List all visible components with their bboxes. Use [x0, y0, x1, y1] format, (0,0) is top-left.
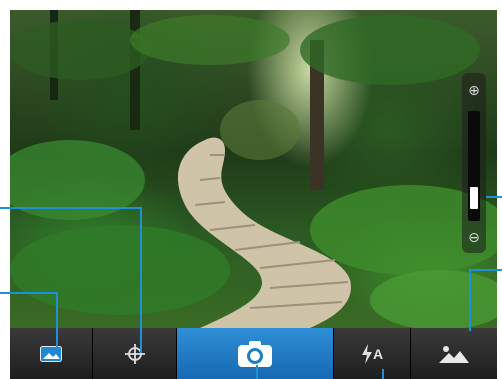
- gallery-button[interactable]: [10, 328, 93, 379]
- callout-line-focus-v: [140, 207, 142, 353]
- callout-line-gallery-v: [56, 292, 58, 347]
- zoom-in-icon[interactable]: ⊕: [465, 81, 483, 99]
- callout-line-scene-v: [469, 269, 471, 331]
- callout-line-focus-h: [0, 207, 142, 209]
- flash-mode-button[interactable]: A: [334, 328, 411, 379]
- gallery-thumbnail-icon: [40, 345, 62, 362]
- zoom-out-icon[interactable]: ⊖: [465, 228, 483, 246]
- zoom-slider[interactable]: ⊕ ⊖: [462, 73, 486, 253]
- viewfinder[interactable]: ⊕ ⊖: [10, 10, 497, 328]
- callout-line-flash: [382, 369, 384, 379]
- zoom-thumb[interactable]: [470, 187, 478, 209]
- callout-line-scene-h: [470, 269, 502, 271]
- flash-mode-label: A: [372, 345, 384, 362]
- focus-mode-button[interactable]: [93, 328, 177, 379]
- callout-line-zoom: [486, 196, 502, 198]
- jungle-scene-image: [10, 10, 497, 328]
- scene-mode-button[interactable]: [411, 328, 497, 379]
- flash-auto-icon: [361, 343, 372, 364]
- crosshair-icon: [124, 343, 145, 364]
- camera-screen: ⊕ ⊖ A: [10, 10, 497, 379]
- camera-icon: [238, 340, 272, 367]
- callout-line-shutter: [256, 365, 258, 379]
- zoom-track[interactable]: [468, 111, 480, 221]
- camera-toolbar: A: [10, 328, 497, 379]
- landscape-icon: [439, 345, 469, 363]
- callout-line-gallery-h: [0, 292, 58, 294]
